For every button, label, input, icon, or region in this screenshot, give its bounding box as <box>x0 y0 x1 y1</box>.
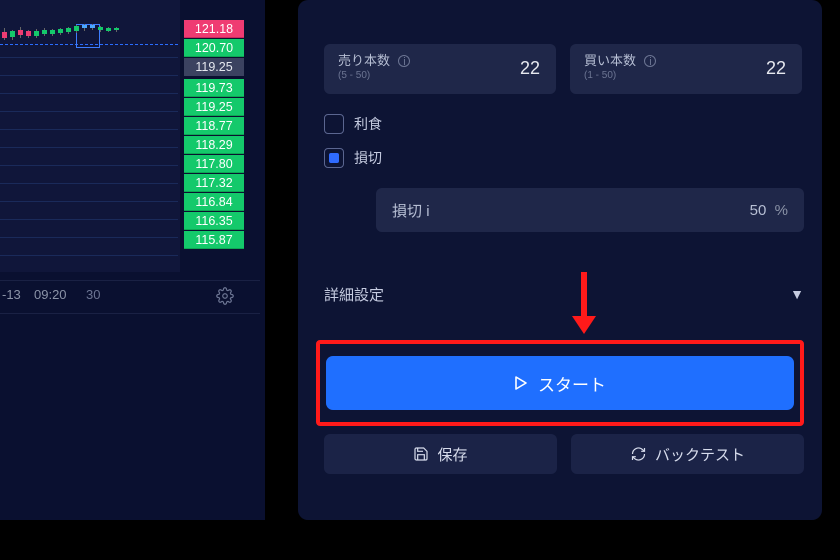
buy-count-range: (1 - 50) <box>584 70 788 81</box>
time-tick: -13 <box>2 287 21 302</box>
settings-panel: 売り本数 i (5 - 50) 22 買い本数 i (1 - 50) 22 利食… <box>298 0 822 520</box>
price-scale-cell: 121.18 <box>184 20 244 38</box>
price-scale-cell: 119.73 <box>184 79 244 97</box>
sell-count-label: 売り本数 <box>338 53 390 68</box>
chart-gridline <box>0 165 178 166</box>
gear-icon[interactable] <box>216 287 234 305</box>
take-profit-label: 利食 <box>354 114 382 134</box>
chart-gridline <box>0 93 178 94</box>
sell-count-field[interactable]: 売り本数 i (5 - 50) 22 <box>324 44 556 94</box>
start-highlight-box: スタート <box>316 340 804 426</box>
price-scale-cell: 116.84 <box>184 193 244 211</box>
price-scale: 121.18120.70119.25119.73119.25118.77118.… <box>180 0 260 272</box>
chart-gridline <box>0 111 178 112</box>
annotation-arrow <box>572 272 596 340</box>
price-scale-cell: 117.80 <box>184 155 244 173</box>
buy-count-label: 買い本数 <box>584 53 636 68</box>
price-scale-cell: 116.35 <box>184 212 244 230</box>
backtest-button[interactable]: バックテスト <box>571 434 804 474</box>
price-scale-cell: 115.87 <box>184 231 244 249</box>
chart-gridline <box>0 237 178 238</box>
stop-loss-unit: % <box>775 202 788 219</box>
candlesticks <box>0 30 178 60</box>
chart-gridline <box>0 255 178 256</box>
chart-gridline <box>0 201 178 202</box>
info-icon[interactable]: i <box>398 55 410 67</box>
bottom-button-row: 保存 バックテスト <box>324 434 804 474</box>
chart-panel: 121.18120.70119.25119.73119.25118.77118.… <box>0 0 265 520</box>
time-tick: 09:20 <box>34 287 67 302</box>
chart-gridline <box>0 147 178 148</box>
stop-loss-field-label: 損切 <box>392 203 422 220</box>
buy-count-field[interactable]: 買い本数 i (1 - 50) 22 <box>570 44 802 94</box>
info-icon[interactable]: i <box>644 55 656 67</box>
chart-area[interactable] <box>0 0 180 272</box>
play-icon <box>514 376 528 390</box>
stop-loss-input[interactable]: 損切 i 50 % <box>376 188 804 232</box>
take-profit-row: 利食 <box>324 114 382 134</box>
stop-loss-row: 損切 <box>324 148 382 168</box>
price-scale-cell: 120.70 <box>184 39 244 57</box>
save-button[interactable]: 保存 <box>324 434 557 474</box>
backtest-button-label: バックテスト <box>655 444 745 465</box>
chart-gridline <box>0 129 178 130</box>
advanced-settings-label: 詳細設定 <box>324 284 384 305</box>
price-scale-cell: 119.25 <box>184 58 244 76</box>
chart-toolbar: -13 09:20 30 <box>0 280 260 314</box>
order-count-row: 売り本数 i (5 - 50) 22 買い本数 i (1 - 50) 22 <box>324 44 802 94</box>
price-scale-cell: 118.29 <box>184 136 244 154</box>
stop-loss-value: 50 <box>750 202 767 219</box>
refresh-icon <box>630 446 647 462</box>
start-button[interactable]: スタート <box>326 356 794 410</box>
stop-loss-label: 損切 <box>354 148 382 168</box>
save-button-label: 保存 <box>437 444 467 465</box>
buy-count-value: 22 <box>766 58 786 79</box>
time-tick: 30 <box>86 287 100 302</box>
price-scale-cell: 119.25 <box>184 98 244 116</box>
chart-gridline <box>0 183 178 184</box>
chevron-down-icon: ▼ <box>790 286 804 302</box>
chart-gridline <box>0 75 178 76</box>
price-scale-cell: 117.32 <box>184 174 244 192</box>
sell-count-value: 22 <box>520 58 540 79</box>
start-button-label: スタート <box>538 371 606 396</box>
sell-count-range: (5 - 50) <box>338 70 542 81</box>
stop-loss-checkbox[interactable] <box>324 148 344 168</box>
advanced-settings-row[interactable]: 詳細設定 ▼ <box>324 278 804 310</box>
info-icon[interactable]: i <box>426 203 429 220</box>
price-scale-cell: 118.77 <box>184 117 244 135</box>
take-profit-checkbox[interactable] <box>324 114 344 134</box>
chart-gridline <box>0 219 178 220</box>
save-icon <box>413 446 429 462</box>
